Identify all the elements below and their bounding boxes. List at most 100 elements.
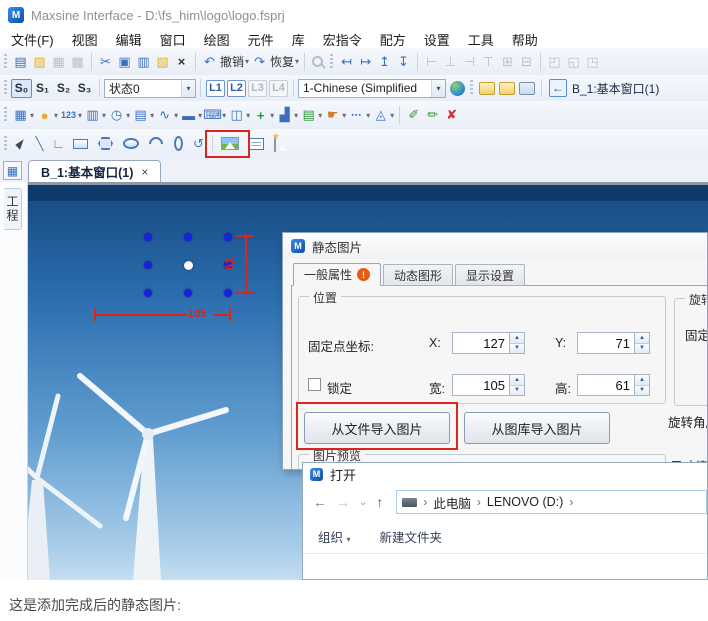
toolbar-grip[interactable] [4, 136, 7, 152]
copy-icon[interactable]: ▣ [115, 52, 134, 72]
menu-draw[interactable]: 绘图 [195, 30, 239, 49]
selection-handle[interactable] [144, 261, 152, 269]
address-bar[interactable]: › 此电脑 › LENOVO (D:) › [396, 490, 707, 514]
align-top-icon[interactable]: ⊤ [479, 52, 498, 72]
goto-window-icon[interactable]: ← [549, 79, 567, 97]
close-icon[interactable]: × [141, 165, 148, 179]
selection-center-handle[interactable] [184, 261, 193, 270]
switch-tool-icon[interactable]: ◫ [227, 105, 246, 125]
lock-checkbox[interactable] [308, 378, 321, 391]
chevron-down-icon[interactable]: ▾ [78, 111, 82, 120]
polygon-tool-icon[interactable] [98, 137, 113, 150]
nav-forward-icon[interactable]: → [336, 494, 350, 510]
bar-tool-icon[interactable]: ▬ [179, 105, 198, 125]
align-middle-icon[interactable]: ⊞ [498, 52, 517, 72]
clock-tool-icon[interactable]: ◷ [107, 105, 126, 125]
spin-down-icon[interactable]: ▼ [635, 385, 649, 396]
organize-button[interactable]: 组织 ▾ [318, 527, 352, 546]
selection-handle[interactable] [224, 289, 232, 297]
line-tool-icon[interactable]: ╲ [30, 134, 49, 154]
window-tile-icon[interactable]: ◳ [583, 52, 602, 72]
chevron-down-icon[interactable]: ▾ [390, 111, 394, 120]
chevron-down-icon[interactable]: ▾ [246, 111, 250, 120]
delete-icon[interactable]: × [172, 52, 191, 72]
align-bottom-icon[interactable]: ⊟ [517, 52, 536, 72]
tab-display-settings[interactable]: 显示设置 [455, 264, 525, 286]
arc-tool-icon[interactable] [146, 134, 166, 154]
spin-down-icon[interactable]: ▼ [510, 385, 524, 396]
state-0-button[interactable]: S₀ [11, 79, 32, 98]
spin-up-icon[interactable]: ▲ [510, 333, 524, 343]
new-window-icon[interactable] [479, 82, 495, 95]
selection-handle[interactable] [144, 233, 152, 241]
redo-label[interactable]: 恢复 [270, 53, 294, 70]
selection-handle[interactable] [144, 289, 152, 297]
chevron-down-icon[interactable]: ▾ [366, 111, 370, 120]
delete-window-icon[interactable] [499, 82, 515, 95]
globe-icon[interactable] [450, 81, 465, 96]
valve-tool-icon[interactable]: + [251, 105, 270, 125]
polyline-tool-icon[interactable]: ∟ [49, 134, 68, 154]
toolbar-grip[interactable] [330, 54, 333, 70]
selection-handle[interactable] [184, 233, 192, 241]
window-combo[interactable]: B_1:基本窗口(1) [572, 80, 659, 97]
menu-edit[interactable]: 编辑 [107, 30, 151, 49]
lang-4-button[interactable]: L4 [269, 80, 288, 97]
multi-lamp-tool-icon[interactable]: ▦ [11, 105, 30, 125]
spin-down-icon[interactable]: ▼ [510, 343, 524, 354]
chevron-down-icon[interactable]: ▾ [318, 111, 322, 120]
paste-icon[interactable]: ▧ [153, 52, 172, 72]
selection-handle[interactable] [184, 289, 192, 297]
undo-label[interactable]: 撤销 [220, 53, 244, 70]
y-input[interactable] [577, 332, 635, 354]
nav-up-icon[interactable]: ↑ [376, 494, 383, 510]
redo-dropdown-icon[interactable]: ▾ [295, 57, 299, 66]
x-input[interactable] [452, 332, 510, 354]
breadcrumb-drive-d[interactable]: LENOVO (D:) [487, 495, 563, 509]
text-box-tool-icon[interactable] [248, 138, 264, 150]
menu-macro[interactable]: 宏指令 [314, 30, 371, 49]
numeric-tool-icon[interactable]: 123 [59, 105, 78, 125]
chevron-down-icon[interactable]: ▾ [431, 80, 445, 97]
nav-back-icon[interactable]: ← [313, 494, 327, 510]
project-panel-tab[interactable]: 工程 [4, 188, 22, 230]
undo-dropdown-icon[interactable]: ▾ [245, 57, 249, 66]
chevron-down-icon[interactable]: ▾ [30, 111, 34, 120]
chevron-down-icon[interactable]: ▾ [54, 111, 58, 120]
spin-up-icon[interactable]: ▲ [635, 375, 649, 385]
nav-history-icon[interactable]: ⌄ [359, 497, 367, 508]
element-forward-icon[interactable]: ✐ [404, 105, 423, 125]
touch-tool-icon[interactable]: ☛ [323, 105, 342, 125]
state-combo[interactable]: 状态0 ▾ [104, 79, 196, 98]
oval-tool-icon[interactable] [174, 136, 183, 151]
new-icon[interactable]: ▤ [11, 52, 30, 72]
align-left-icon[interactable]: ⊢ [422, 52, 441, 72]
rectangle-tool-icon[interactable] [73, 139, 88, 149]
report-tool-icon[interactable]: ▤ [299, 105, 318, 125]
chevron-down-icon[interactable]: ▾ [198, 111, 202, 120]
fit-height-icon[interactable]: ↦ [356, 52, 375, 72]
menu-library[interactable]: 库 [283, 30, 314, 49]
toolbar-grip[interactable] [4, 80, 7, 96]
chevron-down-icon[interactable]: ▾ [294, 111, 298, 120]
panel-toggle-icon[interactable]: ▦ [3, 161, 22, 180]
new-folder-button[interactable]: 新建文件夹 [380, 527, 443, 546]
select-cursor-icon[interactable] [14, 137, 23, 149]
state-3-button[interactable]: S₃ [74, 79, 95, 98]
spin-down-icon[interactable]: ▼ [635, 343, 649, 354]
language-combo[interactable]: 1-Chinese (Simplified ▾ [298, 79, 446, 98]
chart-tool-icon[interactable]: ▟ [275, 105, 294, 125]
selection-handle[interactable] [224, 233, 232, 241]
chevron-down-icon[interactable]: ▾ [150, 111, 154, 120]
tab-basic-window[interactable]: B_1:基本窗口(1) × [28, 160, 161, 182]
align-right-icon[interactable]: ⊣ [460, 52, 479, 72]
gallery-tool-icon[interactable]: ★ [274, 136, 276, 151]
chevron-down-icon[interactable]: ▾ [222, 111, 226, 120]
dialog-title-bar[interactable]: M 打开 [303, 463, 707, 485]
state-1-button[interactable]: S₁ [32, 79, 53, 98]
progress-tool-icon[interactable]: ▪▪▪ [347, 105, 366, 125]
meter-tool-icon[interactable]: ◬ [371, 105, 390, 125]
trend-tool-icon[interactable]: ∿ [155, 105, 174, 125]
import-from-gallery-button[interactable]: 从图库导入图片 [464, 412, 610, 444]
save-all-icon[interactable]: ▩ [68, 52, 87, 72]
